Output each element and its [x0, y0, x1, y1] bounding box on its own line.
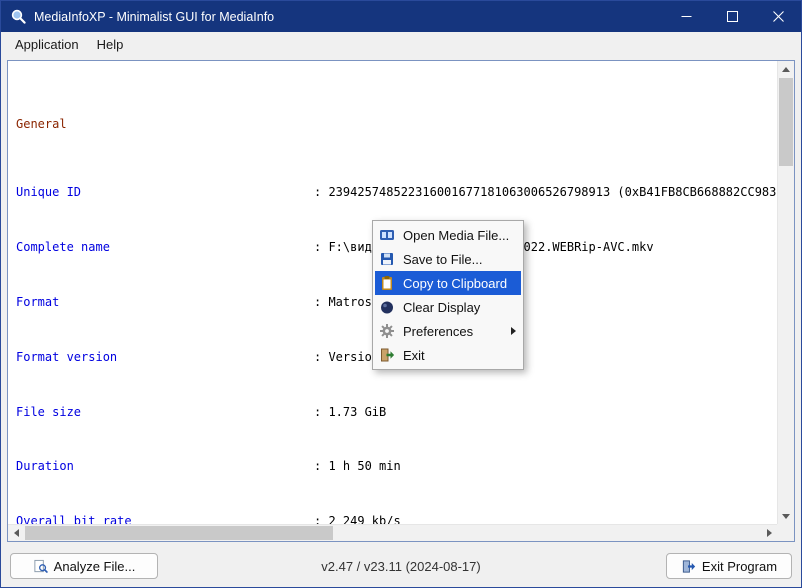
report-key: Format version [16, 349, 118, 364]
scroll-up-button[interactable] [778, 61, 794, 77]
menu-item-label: Copy to Clipboard [403, 275, 508, 291]
report-value: : 1.73 GiB [314, 404, 387, 419]
horizontal-scrollbar-thumb[interactable] [25, 526, 333, 540]
scroll-down-arrow-icon [782, 513, 790, 519]
app-window: MediaInfoXP - Minimalist GUI for MediaIn… [0, 0, 802, 588]
window-title: MediaInfoXP - Minimalist GUI for MediaIn… [34, 9, 275, 24]
exit-program-icon [681, 559, 696, 574]
menu-item-label: Open Media File... [403, 227, 510, 243]
exit-door-icon [378, 347, 396, 363]
maximize-icon [726, 11, 738, 22]
report-row: Duration : 1 h 50 min [16, 460, 776, 474]
menu-item-clear-display[interactable]: Clear Display [375, 295, 521, 319]
scroll-right-button[interactable] [761, 525, 777, 541]
titlebar[interactable]: MediaInfoXP - Minimalist GUI for MediaIn… [1, 1, 801, 32]
footer-bar: v2.47 / v23.11 (2024-08-17) Analyze File… [1, 545, 801, 587]
horizontal-scrollbar[interactable] [8, 524, 777, 541]
report-key: Complete name [16, 240, 110, 255]
scrollbar-corner [777, 524, 794, 541]
menu-item-label: Save to File... [403, 251, 483, 267]
analyze-file-button[interactable]: Analyze File... [10, 553, 158, 579]
clear-display-icon [378, 299, 396, 315]
vertical-scrollbar-thumb[interactable] [779, 78, 793, 166]
menu-item-preferences[interactable]: Preferences [375, 319, 521, 343]
scroll-left-arrow-icon [13, 529, 19, 537]
section-title: General [16, 116, 67, 131]
report-key: Format [16, 294, 60, 309]
menu-help[interactable]: Help [88, 32, 133, 57]
report-row: Unique ID : 23942574852231600167718106300… [16, 186, 776, 200]
report-key: Duration [16, 459, 74, 474]
report-key: File size [16, 404, 82, 419]
copy-clipboard-icon [378, 275, 396, 291]
report-key: Unique ID [16, 185, 82, 200]
main-area: General Unique ID : 239425748522316001677… [7, 60, 795, 542]
exit-program-label: Exit Program [701, 558, 778, 574]
scroll-down-button[interactable] [778, 508, 794, 524]
report-row: Overall bit rate : 2 249 kb/s [16, 514, 776, 524]
vertical-scrollbar[interactable] [777, 61, 794, 524]
menu-bar: Application Help [1, 32, 801, 57]
context-menu: Open Media File... Save to File... Copy … [372, 220, 524, 370]
menu-item-copy-to-clipboard[interactable]: Copy to Clipboard [375, 271, 521, 295]
close-icon [772, 11, 784, 22]
report-row: File size : 1.73 GiB [16, 404, 776, 420]
report-value: : 1 h 50 min [314, 459, 401, 474]
submenu-arrow-icon [511, 327, 516, 335]
report-value: : 2 249 kb/s [314, 514, 401, 524]
menu-item-exit[interactable]: Exit [375, 343, 521, 367]
minimize-button[interactable] [663, 1, 709, 32]
menu-item-label: Clear Display [403, 299, 481, 315]
analyze-file-icon [33, 559, 48, 574]
preferences-gear-icon [378, 323, 396, 339]
menu-application[interactable]: Application [6, 32, 88, 57]
menu-item-save-to-file[interactable]: Save to File... [375, 247, 521, 271]
close-button[interactable] [755, 1, 801, 32]
save-to-file-icon [378, 251, 396, 267]
exit-program-button[interactable]: Exit Program [666, 553, 792, 579]
menu-item-open-media-file[interactable]: Open Media File... [375, 223, 521, 247]
maximize-button[interactable] [709, 1, 755, 32]
menu-item-label: Exit [403, 347, 425, 363]
report-value: : 23942574852231600167718106300652679891… [314, 185, 776, 200]
scroll-up-arrow-icon [782, 66, 790, 72]
open-media-file-icon [378, 227, 396, 243]
report-key: Overall bit rate [16, 514, 132, 524]
app-logo-magnifier-icon [10, 8, 27, 25]
scroll-left-button[interactable] [8, 525, 24, 541]
menu-item-label: Preferences [403, 323, 474, 339]
caption-buttons [663, 1, 801, 32]
minimize-icon [681, 16, 691, 17]
scroll-right-arrow-icon [766, 529, 772, 537]
analyze-file-label: Analyze File... [53, 558, 136, 574]
